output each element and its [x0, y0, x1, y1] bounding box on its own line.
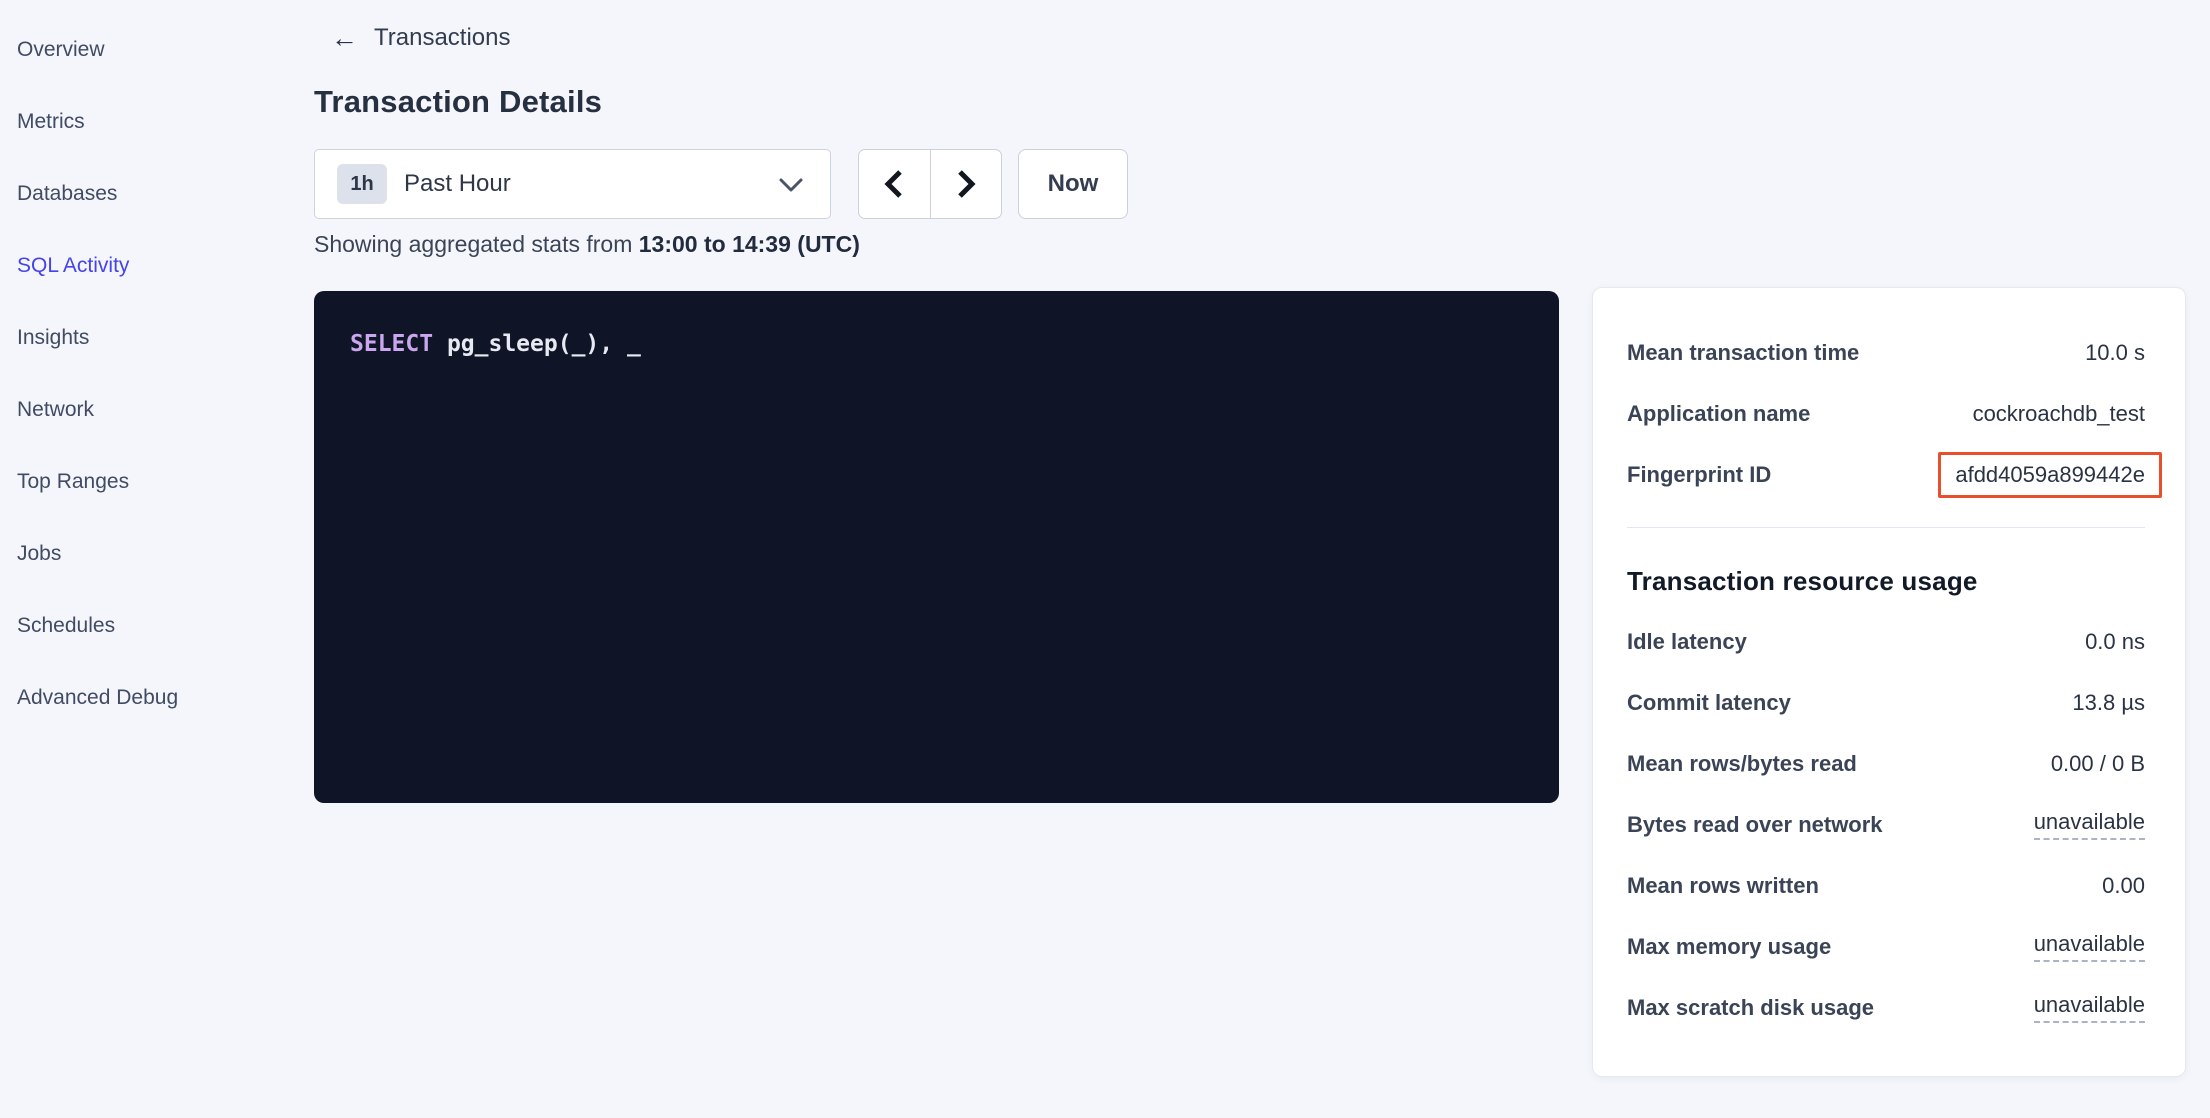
sidebar-item-advanced-debug[interactable]: Advanced Debug [0, 662, 290, 734]
detail-row-value: 10.0 s [2085, 340, 2145, 366]
time-range-selected-value: Past Hour [404, 170, 511, 198]
detail-row: Fingerprint IDafdd4059a899442e [1627, 444, 2145, 505]
detail-row-value-highlighted: afdd4059a899442e [1938, 452, 2162, 498]
detail-row: Mean rows written 0.00 [1627, 855, 2145, 916]
detail-row-label: Max scratch disk usage [1627, 995, 1874, 1021]
sidebar-item-network[interactable]: Network [0, 374, 290, 446]
query-keyword: SELECT [350, 331, 433, 357]
detail-row: Mean transaction time 10.0 s [1627, 322, 2145, 383]
now-button[interactable]: Now [1018, 149, 1128, 219]
transaction-query-box: SELECT pg_sleep(_), _ [314, 291, 1559, 803]
resource-usage-section-title: Transaction resource usage [1627, 566, 2145, 597]
sidebar-item-schedules[interactable]: Schedules [0, 590, 290, 662]
detail-row-label: Mean rows written [1627, 873, 1819, 899]
detail-row: Max memory usage unavailable [1627, 916, 2145, 977]
aggregated-stats-text: Showing aggregated stats from 13:00 to 1… [314, 231, 860, 258]
breadcrumb-label: Transactions [374, 24, 511, 52]
detail-row: Application name cockroachdb_test [1627, 383, 2145, 444]
time-range-nav-group [858, 149, 1002, 219]
detail-row-value: cockroachdb_test [1973, 401, 2145, 427]
breadcrumb-back-link[interactable]: ← Transactions [331, 24, 511, 52]
previous-range-button[interactable] [859, 150, 930, 218]
chevron-left-icon [883, 168, 905, 200]
stats-range: 13:00 to 14:39 (UTC) [639, 231, 860, 257]
sidebar-item-sql-activity[interactable]: SQL Activity [0, 230, 290, 302]
detail-row-value[interactable]: unavailable [2034, 931, 2145, 962]
detail-row: Idle latency 0.0 ns [1627, 611, 2145, 672]
detail-row: Mean rows/bytes read 0.00 / 0 B [1627, 733, 2145, 794]
sidebar-item-metrics[interactable]: Metrics [0, 86, 290, 158]
sidebar-item-overview[interactable]: Overview [0, 14, 290, 86]
detail-row-value: 0.00 / 0 B [2051, 751, 2145, 777]
panel-divider [1627, 527, 2145, 528]
detail-row-value: 13.8 µs [2072, 690, 2145, 716]
detail-row-value: 0.0 ns [2085, 629, 2145, 655]
sidebar-item-jobs[interactable]: Jobs [0, 518, 290, 590]
detail-row-label: Max memory usage [1627, 934, 1831, 960]
page-title: Transaction Details [314, 84, 602, 120]
stats-prefix: Showing aggregated stats from [314, 231, 639, 257]
resource-rows: Idle latency 0.0 ns Commit latency 13.8 µs M… [1627, 611, 2145, 1038]
query-statement: SELECT pg_sleep(_), _ [350, 331, 1523, 357]
time-picker-row: 1h Past Hour Now [0, 149, 2210, 219]
query-body: pg_sleep(_), _ [433, 331, 641, 357]
detail-row-label: Mean rows/bytes read [1627, 751, 1857, 777]
back-arrow-icon: ← [331, 25, 358, 52]
detail-row-label: Fingerprint ID [1627, 462, 1771, 488]
detail-row-label: Idle latency [1627, 629, 1747, 655]
next-range-button[interactable] [930, 150, 1002, 218]
detail-row-value[interactable]: unavailable [2034, 809, 2145, 840]
time-range-dropdown[interactable]: 1h Past Hour [314, 149, 831, 219]
chevron-right-icon [955, 168, 977, 200]
chevron-down-icon [778, 177, 804, 193]
detail-row-label: Mean transaction time [1627, 340, 1859, 366]
transaction-details-panel: Mean transaction time 10.0 s Application n… [1592, 287, 2186, 1077]
detail-row: Bytes read over network unavailable [1627, 794, 2145, 855]
detail-row-label: Application name [1627, 401, 1810, 427]
time-range-badge: 1h [337, 164, 387, 204]
sidebar-item-insights[interactable]: Insights [0, 302, 290, 374]
detail-row-value: 0.00 [2102, 873, 2145, 899]
detail-row-label: Bytes read over network [1627, 812, 1883, 838]
detail-row-label: Commit latency [1627, 690, 1791, 716]
summary-rows: Mean transaction time 10.0 s Application n… [1627, 322, 2145, 505]
detail-row: Max scratch disk usage unavailable [1627, 977, 2145, 1038]
sidebar-item-top-ranges[interactable]: Top Ranges [0, 446, 290, 518]
detail-row-value[interactable]: unavailable [2034, 992, 2145, 1023]
detail-row: Commit latency 13.8 µs [1627, 672, 2145, 733]
